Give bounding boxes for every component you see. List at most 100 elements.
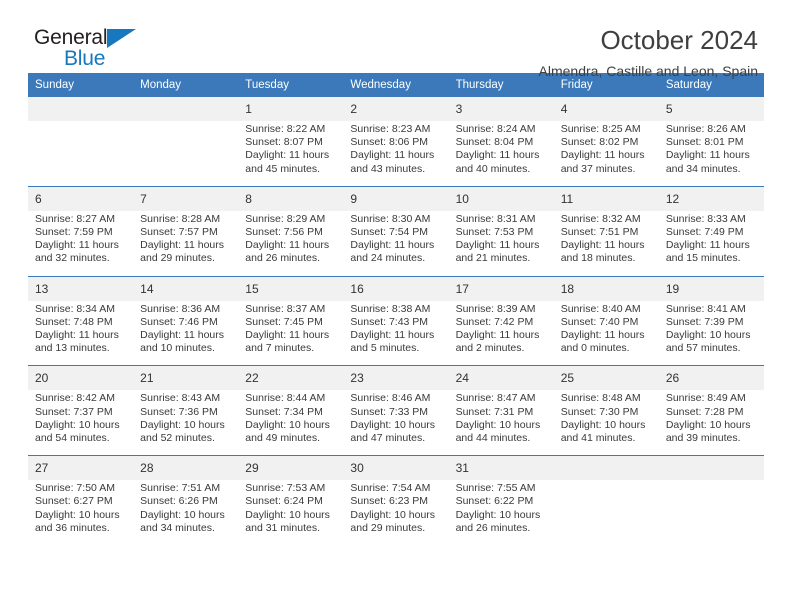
daylight-text-line2: and 41 minutes. xyxy=(560,432,636,445)
day-cell[interactable]: Sunrise: 8:34 AM Sunset: 7:48 PM Dayligh… xyxy=(28,300,134,366)
sunrise-text: Sunrise: 8:47 AM xyxy=(455,392,536,405)
daylight-text-line2: and 5 minutes. xyxy=(350,342,420,355)
daylight-text-line2: and 7 minutes. xyxy=(245,342,315,355)
day-cell[interactable]: Sunrise: 8:27 AM Sunset: 7:59 PM Dayligh… xyxy=(28,210,134,276)
day-cell[interactable] xyxy=(28,121,134,186)
sunrise-text: Sunrise: 7:51 AM xyxy=(140,482,221,495)
day-cell[interactable]: Sunrise: 8:36 AM Sunset: 7:46 PM Dayligh… xyxy=(133,300,239,366)
day-number[interactable] xyxy=(658,456,764,481)
day-number[interactable]: 29 xyxy=(238,456,344,481)
day-number[interactable]: 28 xyxy=(133,456,239,481)
day-cell[interactable]: Sunrise: 8:28 AM Sunset: 7:57 PM Dayligh… xyxy=(133,210,239,276)
day-number[interactable]: 8 xyxy=(238,186,344,211)
day-cell[interactable]: Sunrise: 7:51 AM Sunset: 6:26 PM Dayligh… xyxy=(133,480,239,546)
sunset-text: Sunset: 7:36 PM xyxy=(140,405,218,418)
day-cell[interactable]: Sunrise: 8:25 AM Sunset: 8:02 PM Dayligh… xyxy=(553,121,659,186)
day-cell[interactable]: Sunrise: 8:48 AM Sunset: 7:30 PM Dayligh… xyxy=(553,390,659,456)
day-cell[interactable]: Sunrise: 8:42 AM Sunset: 7:37 PM Dayligh… xyxy=(28,390,134,456)
daylight-text-line1: Daylight: 10 hours xyxy=(140,418,225,431)
sunrise-text: Sunrise: 8:23 AM xyxy=(350,123,431,135)
daylight-text-line2: and 13 minutes. xyxy=(35,342,110,355)
day-cell[interactable]: Sunrise: 8:39 AM Sunset: 7:42 PM Dayligh… xyxy=(448,300,554,366)
day-cell[interactable]: Sunrise: 8:47 AM Sunset: 7:31 PM Dayligh… xyxy=(448,390,554,456)
day-detail-row: Sunrise: 8:42 AM Sunset: 7:37 PM Dayligh… xyxy=(28,390,764,456)
day-cell[interactable]: Sunrise: 8:46 AM Sunset: 7:33 PM Dayligh… xyxy=(343,390,449,456)
day-cell[interactable]: Sunrise: 7:53 AM Sunset: 6:24 PM Dayligh… xyxy=(238,480,344,546)
sunset-text: Sunset: 8:02 PM xyxy=(560,136,639,149)
sunset-text: Sunset: 7:28 PM xyxy=(665,405,744,418)
day-number[interactable]: 26 xyxy=(658,366,764,391)
day-number[interactable]: 22 xyxy=(238,366,344,391)
day-number[interactable]: 18 xyxy=(553,276,659,301)
day-number[interactable]: 11 xyxy=(553,186,659,211)
day-number[interactable]: 30 xyxy=(343,456,449,481)
day-number[interactable]: 12 xyxy=(658,186,764,211)
day-cell[interactable] xyxy=(553,480,659,546)
day-cell[interactable]: Sunrise: 8:33 AM Sunset: 7:49 PM Dayligh… xyxy=(658,210,764,276)
day-number[interactable]: 19 xyxy=(658,276,764,301)
day-cell[interactable]: Sunrise: 8:49 AM Sunset: 7:28 PM Dayligh… xyxy=(658,390,764,456)
day-cell[interactable]: Sunrise: 8:22 AM Sunset: 8:07 PM Dayligh… xyxy=(238,121,344,186)
day-number[interactable]: 5 xyxy=(658,97,764,121)
daylight-text-line1: Daylight: 10 hours xyxy=(560,418,646,431)
day-cell[interactable] xyxy=(658,480,764,546)
day-cell[interactable]: Sunrise: 8:31 AM Sunset: 7:53 PM Dayligh… xyxy=(448,210,554,276)
sunset-text: Sunset: 7:46 PM xyxy=(140,315,218,328)
day-number[interactable]: 14 xyxy=(133,276,239,301)
day-cell[interactable]: Sunrise: 8:41 AM Sunset: 7:39 PM Dayligh… xyxy=(658,300,764,366)
day-cell[interactable]: Sunrise: 7:50 AM Sunset: 6:27 PM Dayligh… xyxy=(28,480,134,546)
day-number[interactable]: 7 xyxy=(133,186,239,211)
daylight-text-line2: and 26 minutes. xyxy=(245,252,320,265)
daylight-text-line1: Daylight: 11 hours xyxy=(140,239,224,252)
sunrise-text: Sunrise: 7:54 AM xyxy=(350,482,431,495)
day-cell[interactable]: Sunrise: 7:55 AM Sunset: 6:22 PM Dayligh… xyxy=(448,480,554,546)
day-number[interactable]: 9 xyxy=(343,186,449,211)
sunset-text: Sunset: 7:31 PM xyxy=(455,405,534,418)
day-number[interactable]: 25 xyxy=(553,366,659,391)
sunrise-text: Sunrise: 8:26 AM xyxy=(665,123,746,135)
day-number[interactable]: 10 xyxy=(448,186,554,211)
day-number-row: 27 28 29 30 31 xyxy=(28,456,764,481)
day-number[interactable]: 13 xyxy=(28,276,134,301)
day-number[interactable]: 21 xyxy=(133,366,239,391)
day-number[interactable]: 31 xyxy=(448,456,554,481)
day-number[interactable]: 20 xyxy=(28,366,134,391)
day-cell[interactable]: Sunrise: 8:44 AM Sunset: 7:34 PM Dayligh… xyxy=(238,390,344,456)
daylight-text-line2: and 2 minutes. xyxy=(455,342,525,355)
day-cell[interactable] xyxy=(133,121,239,186)
daylight-text-line1: Daylight: 11 hours xyxy=(455,329,540,342)
day-number[interactable]: 6 xyxy=(28,186,134,211)
day-number[interactable] xyxy=(133,97,239,121)
day-number[interactable]: 23 xyxy=(343,366,449,391)
day-number[interactable]: 15 xyxy=(238,276,344,301)
day-cell[interactable]: Sunrise: 8:37 AM Sunset: 7:45 PM Dayligh… xyxy=(238,300,344,366)
day-number[interactable]: 24 xyxy=(448,366,554,391)
general-blue-logo[interactable]: General Blue xyxy=(34,26,154,74)
day-cell[interactable]: Sunrise: 8:43 AM Sunset: 7:36 PM Dayligh… xyxy=(133,390,239,456)
sunrise-text: Sunrise: 8:31 AM xyxy=(455,212,536,225)
daylight-text-line2: and 18 minutes. xyxy=(560,252,636,265)
day-cell[interactable]: Sunrise: 8:32 AM Sunset: 7:51 PM Dayligh… xyxy=(553,210,659,276)
day-number[interactable] xyxy=(553,456,659,481)
day-number-row: 20 21 22 23 24 25 26 xyxy=(28,366,764,391)
day-cell[interactable]: Sunrise: 8:30 AM Sunset: 7:54 PM Dayligh… xyxy=(343,210,449,276)
day-cell[interactable]: Sunrise: 8:29 AM Sunset: 7:56 PM Dayligh… xyxy=(238,210,344,276)
day-number[interactable]: 4 xyxy=(553,97,659,121)
day-number[interactable] xyxy=(28,97,134,121)
day-cell[interactable]: Sunrise: 8:40 AM Sunset: 7:40 PM Dayligh… xyxy=(553,300,659,366)
day-number[interactable]: 17 xyxy=(448,276,554,301)
day-number[interactable]: 27 xyxy=(28,456,134,481)
daylight-text-line1: Daylight: 11 hours xyxy=(350,149,435,162)
day-number[interactable]: 16 xyxy=(343,276,449,301)
day-cell[interactable]: Sunrise: 8:26 AM Sunset: 8:01 PM Dayligh… xyxy=(658,121,764,186)
day-number[interactable]: 3 xyxy=(448,97,554,121)
sunrise-text: Sunrise: 8:28 AM xyxy=(140,212,221,225)
day-number[interactable]: 1 xyxy=(238,97,344,121)
daylight-text-line1: Daylight: 11 hours xyxy=(560,329,645,342)
day-cell[interactable]: Sunrise: 7:54 AM Sunset: 6:23 PM Dayligh… xyxy=(343,480,449,546)
day-number[interactable]: 2 xyxy=(343,97,449,121)
sunrise-text: Sunrise: 8:33 AM xyxy=(665,212,746,225)
day-cell[interactable]: Sunrise: 8:23 AM Sunset: 8:06 PM Dayligh… xyxy=(343,121,449,186)
day-cell[interactable]: Sunrise: 8:24 AM Sunset: 8:04 PM Dayligh… xyxy=(448,121,554,186)
day-cell[interactable]: Sunrise: 8:38 AM Sunset: 7:43 PM Dayligh… xyxy=(343,300,449,366)
